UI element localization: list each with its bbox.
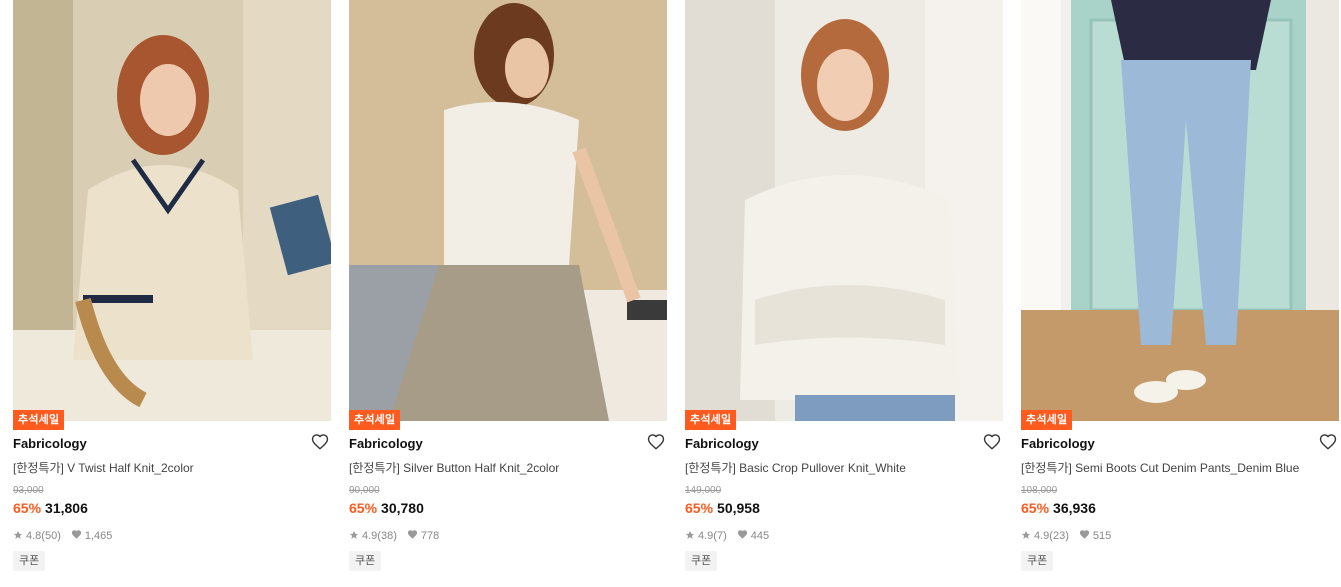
wishlist-heart-icon[interactable]: [311, 433, 329, 451]
wishlist-heart-icon[interactable]: [647, 433, 665, 451]
discount-rate: 65%: [349, 500, 378, 516]
product-photo[interactable]: [1021, 0, 1339, 421]
sale-badge: 추석세일: [349, 410, 401, 430]
product-title[interactable]: [한정특가] Basic Crop Pullover Knit_White: [685, 459, 906, 476]
product-meta: 4.9 (7) 445: [685, 529, 769, 543]
rating-value: 4.9: [698, 530, 714, 542]
like-count: 515: [1092, 530, 1112, 542]
product-title[interactable]: [한정특가] Semi Boots Cut Denim Pants_Denim …: [1021, 459, 1299, 476]
heart-filled-icon: [407, 529, 418, 543]
product-meta: 4.8 (50) 1,465: [13, 529, 112, 543]
coupon-tag: 쿠폰: [13, 551, 46, 571]
price-row: 65% 30,780: [349, 500, 424, 516]
review-count: (50): [41, 530, 61, 542]
product-card[interactable]: 추석세일 Fabricology [한정특가] Silver Button Ha…: [349, 0, 667, 587]
rating-value: 4.9: [362, 530, 378, 542]
discount-rate: 65%: [685, 500, 714, 516]
brand-name[interactable]: Fabricology: [349, 436, 423, 451]
review-count: (23): [1049, 530, 1069, 542]
coupon-tag: 쿠폰: [685, 551, 718, 571]
original-price: 149,000: [685, 485, 722, 496]
coupon-tag: 쿠폰: [349, 551, 382, 571]
rating-value: 4.9: [1034, 530, 1050, 542]
original-price: 90,000: [349, 485, 380, 496]
product-photo[interactable]: [13, 0, 331, 421]
discount-rate: 65%: [1021, 500, 1050, 516]
sale-price: 36,936: [1053, 500, 1096, 516]
like-count: 778: [420, 530, 440, 542]
discount-rate: 65%: [13, 500, 42, 516]
product-photo[interactable]: [349, 0, 667, 421]
sale-price: 31,806: [45, 500, 88, 516]
product-title[interactable]: [한정특가] Silver Button Half Knit_2color: [349, 459, 559, 476]
star-icon: [13, 530, 23, 543]
star-icon: [1021, 530, 1031, 543]
heart-filled-icon: [71, 529, 82, 543]
star-icon: [685, 530, 695, 543]
wishlist-heart-icon[interactable]: [1319, 433, 1337, 451]
star-icon: [349, 530, 359, 543]
heart-filled-icon: [1079, 529, 1090, 543]
heart-filled-icon: [737, 529, 748, 543]
sale-badge: 추석세일: [1021, 410, 1073, 430]
price-row: 65% 36,936: [1021, 500, 1096, 516]
product-title[interactable]: [한정특가] V Twist Half Knit_2color: [13, 459, 194, 476]
original-price: 93,000: [13, 485, 44, 496]
sale-badge: 추석세일: [13, 410, 65, 430]
review-count: (7): [713, 530, 727, 542]
brand-name[interactable]: Fabricology: [13, 436, 87, 451]
sale-price: 50,958: [717, 500, 760, 516]
rating-value: 4.8: [26, 530, 42, 542]
brand-name[interactable]: Fabricology: [685, 436, 759, 451]
review-count: (38): [377, 530, 397, 542]
original-price: 108,000: [1021, 485, 1058, 496]
like-count: 1,465: [84, 530, 113, 542]
price-row: 65% 50,958: [685, 500, 760, 516]
product-meta: 4.9 (23) 515: [1021, 529, 1111, 543]
product-grid: 추석세일 Fabricology [한정특가] V Twist Half Kni…: [0, 0, 1341, 587]
product-meta: 4.9 (38) 778: [349, 529, 439, 543]
product-card[interactable]: 추석세일 Fabricology [한정특가] Semi Boots Cut D…: [1021, 0, 1339, 587]
price-row: 65% 31,806: [13, 500, 88, 516]
sale-badge: 추석세일: [685, 410, 737, 430]
product-card[interactable]: 추석세일 Fabricology [한정특가] V Twist Half Kni…: [13, 0, 331, 587]
wishlist-heart-icon[interactable]: [983, 433, 1001, 451]
product-photo[interactable]: [685, 0, 1003, 421]
brand-name[interactable]: Fabricology: [1021, 436, 1095, 451]
sale-price: 30,780: [381, 500, 424, 516]
like-count: 445: [750, 530, 770, 542]
product-card[interactable]: 추석세일 Fabricology [한정특가] Basic Crop Pullo…: [685, 0, 1003, 587]
coupon-tag: 쿠폰: [1021, 551, 1054, 571]
